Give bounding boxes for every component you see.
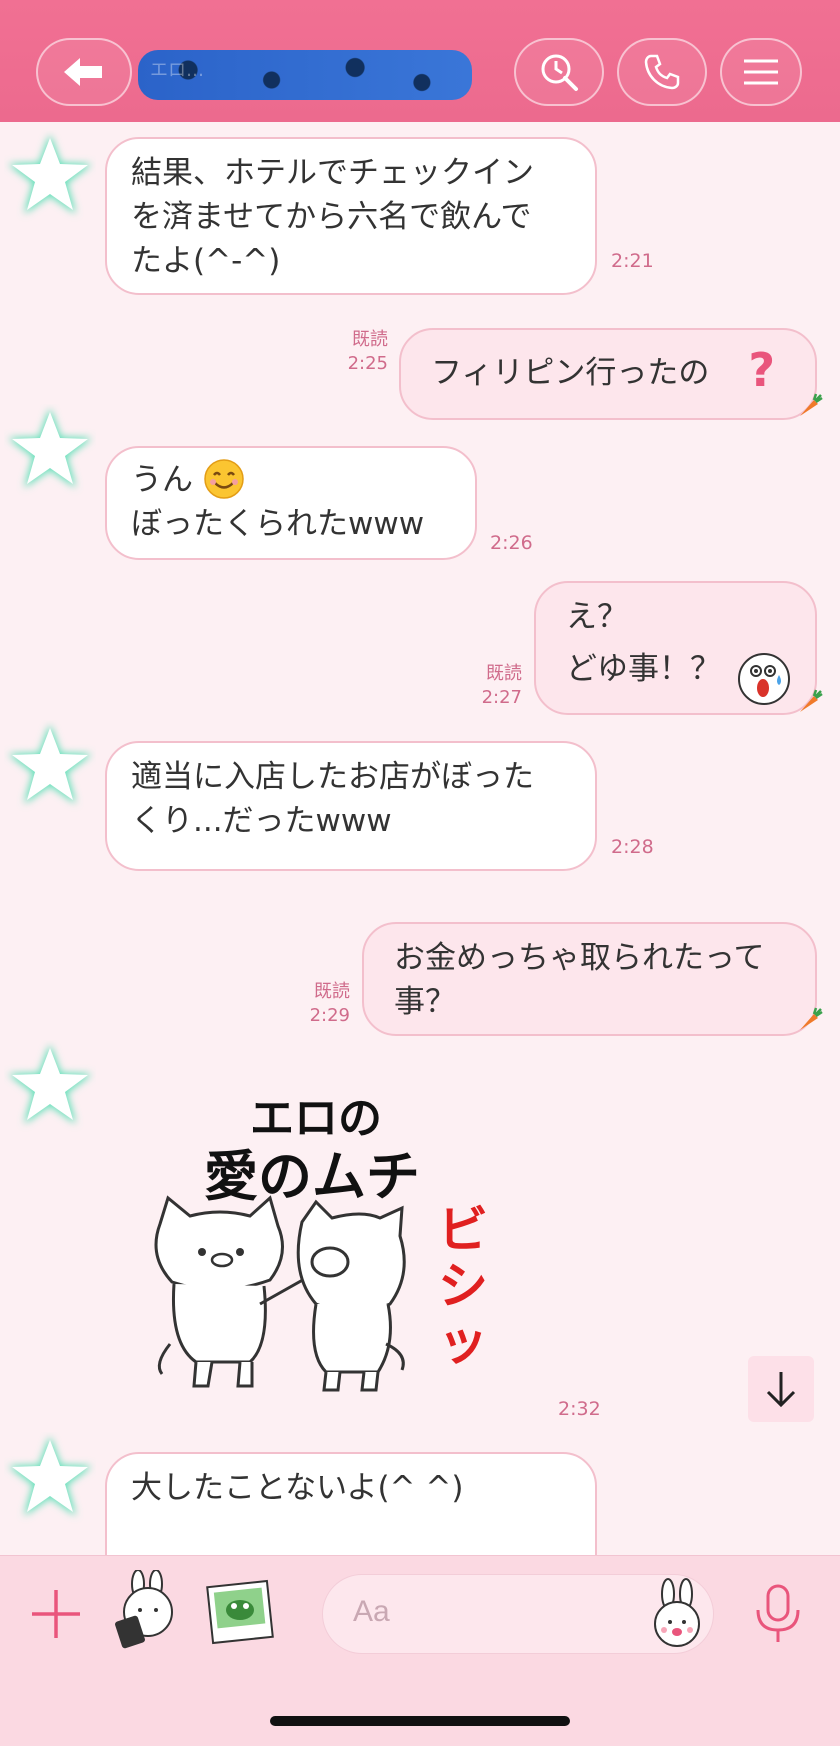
arrow-down-icon: [766, 1372, 796, 1408]
sticker-sfx-text: ビシッ: [438, 1201, 488, 1371]
smiling-face-emoji-icon: [204, 459, 244, 499]
message-time: 2:32: [558, 1398, 601, 1420]
message-time: 2:21: [611, 250, 654, 272]
back-arrow-icon: [64, 58, 102, 86]
hamburger-icon: [744, 59, 778, 85]
message-bubble-left[interactable]: 適当に入店したお店がぼった くり...だったwww: [105, 741, 597, 871]
message-text: フィリピン行ったの: [431, 355, 710, 391]
message-text: え？ どゆ事！？: [566, 599, 721, 687]
call-button[interactable]: [617, 38, 707, 106]
message-time: 2:28: [611, 836, 654, 858]
plus-icon[interactable]: [28, 1586, 84, 1642]
friend-avatar-star-icon[interactable]: [4, 130, 96, 222]
message-text: 大したことないよ(^ ^): [131, 1470, 464, 1506]
read-receipt: 既読 2:27: [481, 663, 522, 708]
message-bubble-right[interactable]: お金めっちゃ取られたって 事？: [362, 922, 817, 1036]
shocked-face-emoji-icon: [738, 653, 790, 705]
message-input-bar: Aa: [0, 1555, 840, 1746]
sticker-message[interactable]: エロの 愛のムチ ビシッ: [140, 1082, 520, 1442]
read-receipt: 既読 2:25: [347, 329, 388, 374]
carrot-icon: [800, 689, 823, 712]
microphone-icon[interactable]: [752, 1582, 804, 1646]
photo-icon[interactable]: [204, 1576, 276, 1648]
friend-avatar-star-icon[interactable]: [4, 1040, 96, 1132]
message-text: 結果、ホテルでチェックイン を済ませてから六名で飲んで たよ(^-^): [131, 155, 534, 279]
message-text: 適当に入店したお店がぼった くり...だったwww: [131, 759, 534, 839]
phone-icon: [644, 54, 680, 90]
back-button[interactable]: [36, 38, 132, 106]
sticker-shop-icon[interactable]: [110, 1570, 190, 1650]
message-bubble-left[interactable]: うん ぼったくられたwww: [105, 446, 477, 560]
message-bubble-left[interactable]: 大したことないよ(^ ^): [105, 1452, 597, 1555]
search-icon: [541, 54, 578, 91]
search-button[interactable]: [514, 38, 604, 106]
scroll-to-bottom-button[interactable]: [748, 1356, 814, 1422]
menu-button[interactable]: [720, 38, 802, 106]
chat-title: エロ…: [150, 60, 204, 81]
message-input-placeholder: Aa: [353, 1595, 390, 1628]
message-bubble-left[interactable]: 結果、ホテルでチェックイン を済ませてから六名で飲んで たよ(^-^): [105, 137, 597, 295]
carrot-icon: [800, 1007, 823, 1030]
home-indicator: [270, 1716, 570, 1726]
message-time: 2:26: [490, 532, 533, 554]
message-text: お金めっちゃ取られたって 事？: [394, 940, 765, 1020]
message-text: うん ぼったくられたwww: [131, 462, 425, 542]
carrot-icon: [800, 393, 823, 416]
chat-area[interactable]: 結果、ホテルでチェックイン を済ませてから六名で飲んで たよ(^-^) 2:21…: [0, 122, 840, 1555]
emoji-icon[interactable]: [646, 1578, 710, 1650]
friend-avatar-star-icon[interactable]: [4, 720, 96, 812]
chat-header: エロ…: [0, 0, 840, 122]
friend-avatar-star-icon[interactable]: [4, 1432, 96, 1524]
cats-sticker-illustration-icon: [154, 1195, 406, 1392]
read-receipt: 既読 2:29: [309, 981, 350, 1026]
question-mark-emoji-icon: ?: [748, 343, 775, 397]
message-bubble-right[interactable]: フィリピン行ったの ?: [399, 328, 817, 420]
message-bubble-right[interactable]: え？ どゆ事！？: [534, 581, 817, 715]
friend-avatar-star-icon[interactable]: [4, 404, 96, 496]
